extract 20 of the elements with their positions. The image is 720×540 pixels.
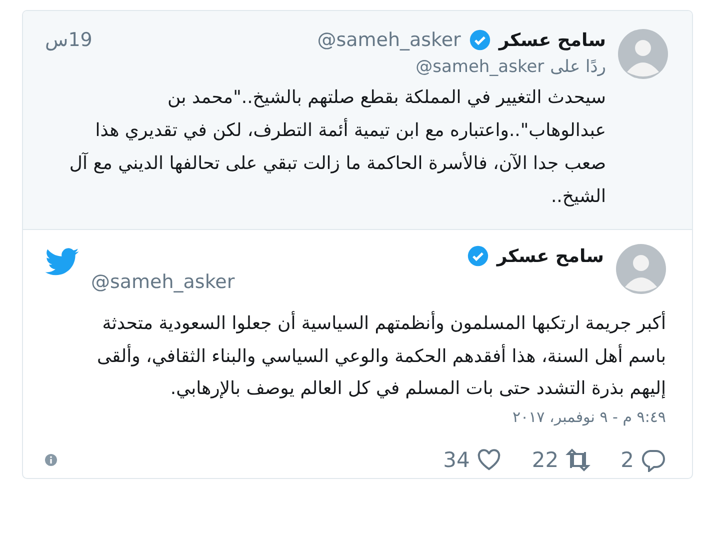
tweet-time[interactable]: 19س: [45, 29, 92, 51]
reply-to-label: ردًا على: [550, 57, 606, 77]
bird-logo-icon[interactable]: [45, 248, 79, 276]
info-icon[interactable]: [45, 454, 57, 466]
author-handle[interactable]: @sameh_asker: [91, 271, 604, 293]
author-name[interactable]: سامح عسكر: [496, 246, 604, 266]
action-count: 22: [532, 448, 559, 472]
avatar-icon[interactable]: [618, 29, 668, 79]
tweet-date[interactable]: ٩:٤٩ م - ٩ نوفمبر، ٢٠١٧: [45, 408, 666, 426]
action-count: 2: [620, 448, 634, 472]
author-name[interactable]: سامح عسكر: [498, 30, 606, 50]
action-count: 34: [443, 448, 470, 472]
reply-icon[interactable]: [640, 448, 666, 472]
retweet-icon[interactable]: [564, 448, 591, 472]
avatar-icon[interactable]: [616, 244, 666, 294]
tweet-text: أكبر جريمة ارتكبها المسلمون وأنظمتهم السياسية أن جعلوا السعودية متحدثة باسم أهل السنة، هذا أفقدهم الحكمة والوعي السياسي والبناء الثقافي، وألقى إليهم بذرة التشدد حتى بات المسلم في كل العالم يوصف بالإرهابي.: [96, 310, 666, 401]
reply-to-link[interactable]: @sameh_asker: [416, 57, 544, 77]
heart-icon[interactable]: [476, 448, 502, 472]
author-handle[interactable]: @sameh_asker: [317, 29, 461, 51]
tweet-text: سيحدث التغيير في المملكة بقطع صلتهم بالشيخ.."محمد بن عبدالوهاب"..واعتباره مع ابن تيمية أئمة التطرف، لكن في تقديري هذا صعب جدا الآن، فالأسرة الحاكمة ما زالت تبقي على تحالفها الديني مع آل الشيخ..: [68, 86, 606, 209]
